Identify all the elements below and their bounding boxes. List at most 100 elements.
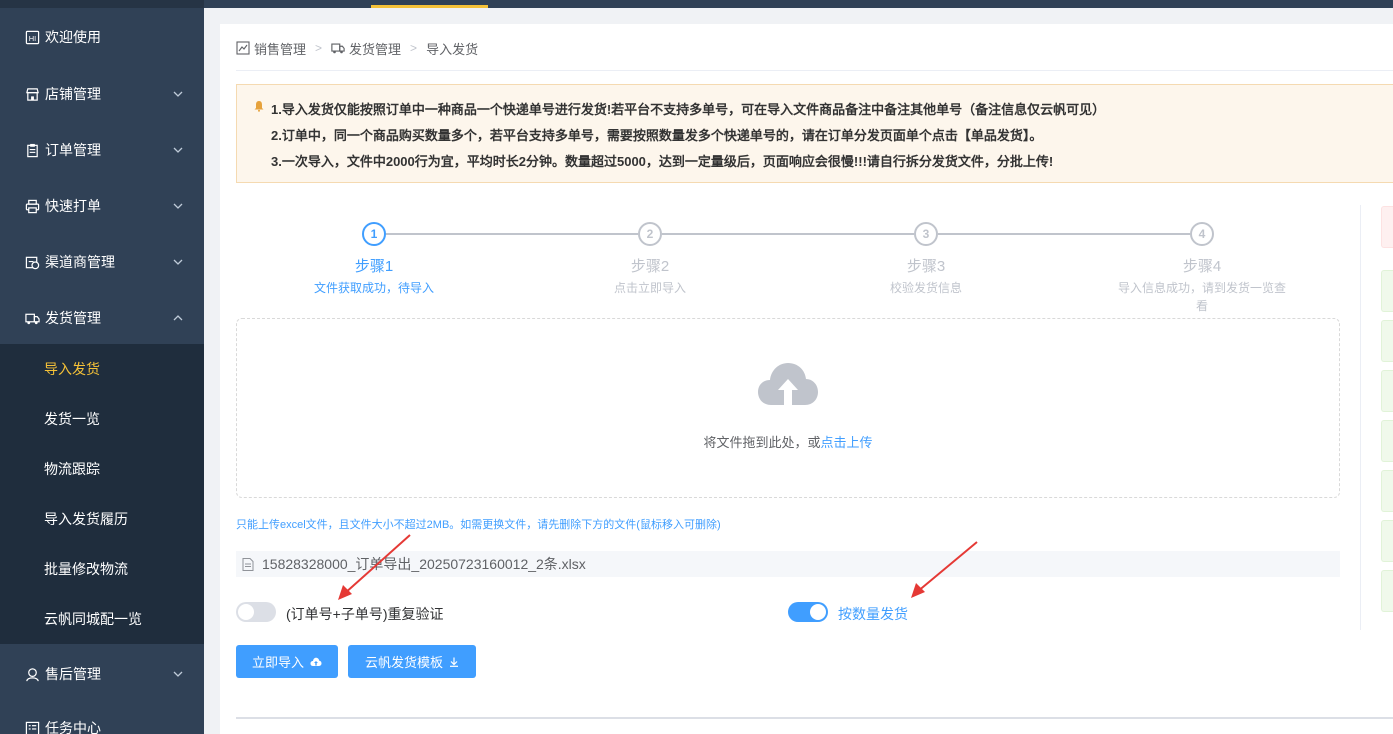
upload-tip: 只能上传excel文件，且文件大小不超过2MB。如需更换文件，请先删除下方的文件… — [236, 519, 721, 531]
chevron-down-icon — [173, 671, 183, 677]
chevron-down-icon — [173, 203, 183, 209]
sidebar-subitem-label: 发货一览 — [44, 411, 100, 427]
breadcrumb-item-sales[interactable]: 销售管理 — [254, 39, 306, 58]
notice-line-3: 3.一次导入，文件中2000行为宜，平均时长2分钟。数量超过5000，达到一定量… — [271, 154, 1054, 169]
sidebar-item-welcome[interactable]: HI 欢迎使用 — [0, 9, 204, 65]
download-template-label: 云帆发货模板 — [364, 655, 443, 670]
step-connector — [938, 233, 1190, 235]
ship-by-quantity-toggle[interactable] — [788, 602, 828, 622]
sidebar-subitem-logistics-tracking[interactable]: 物流跟踪 — [0, 444, 204, 494]
right-panel-tag — [1381, 370, 1393, 412]
sidebar-item-label: 渠道商管理 — [45, 254, 115, 270]
sidebar-subitem-label: 云帆同城配一览 — [44, 611, 142, 627]
cloud-upload-icon — [758, 363, 818, 405]
step-4-circle: 4 — [1190, 222, 1214, 246]
sidebar-item-label: 订单管理 — [45, 142, 101, 158]
import-now-button[interactable]: 立即导入 — [236, 645, 338, 678]
duplicate-check-toggle[interactable] — [236, 602, 276, 622]
sidebar-item-label: 店铺管理 — [45, 86, 101, 102]
clipboard-icon — [24, 142, 40, 158]
uploaded-file-name: 15828328000_订单导出_20250723160012_2条.xlsx — [262, 556, 586, 572]
sidebar-subitem-label: 批量修改物流 — [44, 561, 128, 577]
sidebar-top-accent — [0, 0, 204, 8]
download-icon — [450, 657, 458, 667]
breadcrumb-divider — [236, 70, 1393, 71]
step-1-circle: 1 — [362, 222, 386, 246]
right-panel-tag — [1381, 206, 1393, 248]
right-panel-tag — [1381, 520, 1393, 562]
welcome-icon: HI — [24, 29, 40, 45]
right-panel-tag — [1381, 420, 1393, 462]
step-3-desc: 校验发货信息 — [889, 281, 962, 295]
sidebar-subitem-import-history[interactable]: 导入发货履历 — [0, 494, 204, 544]
truck-icon — [331, 41, 345, 55]
upload-hint: 将文件拖到此处，或点击上传 — [237, 432, 1339, 451]
bell-icon — [254, 101, 264, 112]
step-2-title: 步骤2 — [630, 258, 670, 275]
active-tab-indicator — [371, 5, 488, 8]
sidebar-subitem-batch-edit-logistics[interactable]: 批量修改物流 — [0, 544, 204, 594]
breadcrumb-separator-icon: > — [315, 41, 323, 55]
upload-dropzone[interactable]: 将文件拖到此处，或点击上传 — [236, 318, 1340, 498]
cloud-upload-icon — [310, 657, 322, 666]
sidebar-subitem-label: 导入发货履历 — [44, 511, 128, 527]
annotation-arrow-icon — [911, 541, 978, 598]
ship-by-quantity-label: 按数量发货 — [838, 606, 908, 622]
annotation-arrow-icon — [338, 534, 411, 600]
right-panel-tag — [1381, 270, 1393, 312]
breadcrumb-item-shipping[interactable]: 发货管理 — [349, 39, 401, 58]
task-list-icon — [24, 720, 40, 734]
sidebar-item-label: 发货管理 — [45, 310, 101, 326]
step-connector — [386, 233, 638, 235]
notice-line-2: 2.订单中，同一个商品购买数量多个，若平台支持多单号，需要按照数量发多个快递单号… — [271, 128, 1043, 143]
user-service-icon — [24, 666, 40, 682]
sidebar-item-channel[interactable]: 渠道商管理 — [0, 234, 204, 290]
duplicate-check-label: (订单号+子单号)重复验证 — [286, 606, 444, 622]
step-1-desc: 文件获取成功，待导入 — [313, 281, 434, 295]
right-panel-tag — [1381, 470, 1393, 512]
printer-icon — [24, 198, 40, 214]
sidebar-subitem-shipping-list[interactable]: 发货一览 — [0, 394, 204, 444]
sidebar-item-shipping[interactable]: 发货管理 — [0, 290, 204, 346]
channel-icon — [24, 254, 40, 270]
chevron-up-icon — [173, 315, 183, 321]
breadcrumb: 销售管理 > 发货管理 > 导入发货 — [236, 38, 478, 58]
step-1-title: 步骤1 — [354, 258, 394, 275]
step-connector — [662, 233, 914, 235]
sidebar-item-after-sales[interactable]: 售后管理 — [0, 646, 204, 702]
chevron-down-icon — [173, 91, 183, 97]
sidebar-item-label: 快速打单 — [45, 198, 101, 214]
download-template-button[interactable]: 云帆发货模板 — [348, 645, 476, 678]
breadcrumb-separator-icon: > — [410, 41, 418, 55]
chart-icon — [236, 41, 250, 55]
chevron-down-icon — [173, 259, 183, 265]
toggle-knob — [810, 604, 826, 620]
svg-text:HI: HI — [28, 33, 36, 42]
step-4-title: 步骤4 — [1182, 258, 1222, 275]
breadcrumb-item-import: 导入发货 — [426, 41, 479, 57]
right-panel-divider — [1360, 205, 1361, 630]
section-divider — [236, 717, 1393, 719]
document-icon — [242, 557, 254, 571]
sidebar-subitem-label: 物流跟踪 — [44, 461, 100, 477]
sidebar-item-label: 任务中心 — [45, 720, 101, 734]
step-2-desc: 点击立即导入 — [613, 281, 686, 295]
toggle-knob — [238, 604, 254, 620]
right-panel-tag — [1381, 320, 1393, 362]
upload-hint-text: 将文件拖到此处，或 — [703, 435, 821, 450]
step-2-circle: 2 — [638, 222, 662, 246]
notice-line-1: 1.导入发货仅能按照订单中一种商品一个快递单号进行发货!若平台不支持多单号，可在… — [271, 102, 1106, 117]
sidebar-item-quick-print[interactable]: 快速打单 — [0, 178, 204, 234]
sidebar-item-orders[interactable]: 订单管理 — [0, 122, 204, 178]
sidebar-item-shop[interactable]: 店铺管理 — [0, 66, 204, 122]
top-navbar — [204, 0, 1393, 8]
sidebar-item-task-center[interactable]: 任务中心 — [0, 700, 204, 734]
sidebar-subitem-label: 导入发货 — [44, 361, 100, 377]
step-4-desc: 导入信息成功，请到发货一览查看 — [1117, 281, 1286, 313]
upload-click-link[interactable]: 点击上传 — [821, 435, 873, 450]
sidebar: HI 欢迎使用 店铺管理 订单管理 快速打单 渠道商管理 发货管理 导入发货 发… — [0, 0, 204, 734]
shop-icon — [24, 86, 40, 102]
sidebar-subitem-city-delivery[interactable]: 云帆同城配一览 — [0, 594, 204, 644]
truck-icon — [24, 310, 40, 326]
sidebar-subitem-import-shipping[interactable]: 导入发货 — [0, 344, 204, 394]
